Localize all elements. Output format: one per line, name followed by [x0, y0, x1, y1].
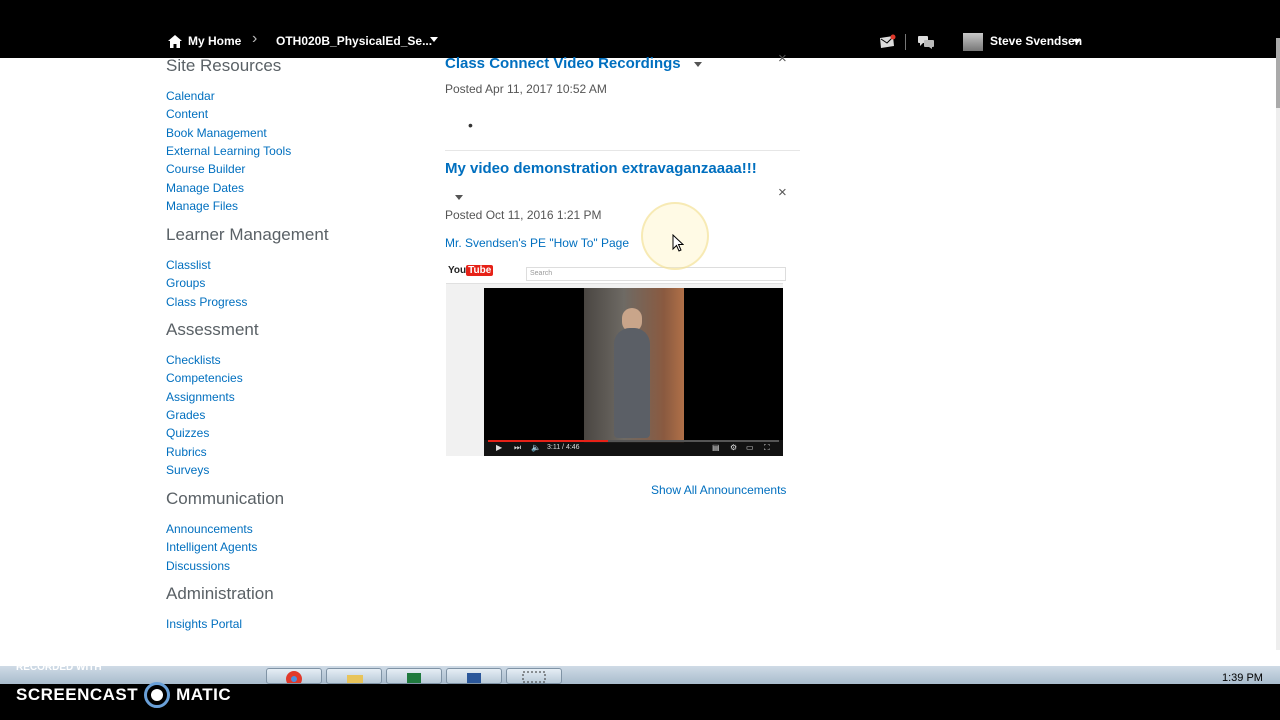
folder-icon [347, 675, 363, 683]
theater-icon[interactable]: ▭ [746, 443, 754, 452]
nav-link-quizzes[interactable]: Quizzes [166, 426, 209, 440]
nav-link-intelligent-agents[interactable]: Intelligent Agents [166, 540, 257, 554]
nav-section-heading: Administration [166, 584, 274, 603]
taskbar-word[interactable] [446, 668, 502, 684]
divider [445, 150, 800, 151]
nav-link-assignments[interactable]: Assignments [166, 390, 235, 404]
word-icon [467, 673, 481, 683]
nav-link-grades[interactable]: Grades [166, 408, 205, 422]
list-bullet: • [468, 117, 473, 133]
nav-link-external-learning-tools[interactable]: External Learning Tools [166, 144, 291, 158]
posted-date: Posted Oct 11, 2016 1:21 PM [445, 208, 602, 222]
message-alerts-icon[interactable] [878, 34, 896, 50]
nav-link-course-builder[interactable]: Course Builder [166, 162, 245, 176]
nav-link-content[interactable]: Content [166, 107, 208, 121]
breadcrumb-chevron-icon: › [252, 30, 258, 47]
avatar[interactable] [963, 33, 983, 51]
nav-link-discussions[interactable]: Discussions [166, 559, 230, 573]
screencast-o-matic-logo: SCREENCAST MATIC [16, 682, 231, 708]
close-icon[interactable]: × [778, 184, 787, 201]
announcement-title[interactable]: My video demonstration extravaganzaaaa!!… [445, 160, 757, 177]
nav-link-class-progress[interactable]: Class Progress [166, 295, 247, 309]
nav-link-classlist[interactable]: Classlist [166, 258, 211, 272]
chrome-icon [286, 671, 302, 687]
how-to-page-link[interactable]: Mr. Svendsen's PE "How To" Page [445, 236, 629, 250]
nav-link-announcements[interactable]: Announcements [166, 522, 253, 536]
nav-link-competencies[interactable]: Competencies [166, 371, 243, 385]
video-progress-bar[interactable] [488, 440, 779, 442]
taskbar-chrome[interactable] [266, 668, 322, 687]
nav-section-heading: Site Resources [166, 56, 282, 75]
top-navbar: My Home › OTH020B_PhysicalEd_Se... Steve… [0, 0, 1280, 58]
video-time: 3:11 / 4:46 [547, 444, 580, 451]
posted-date: Posted Apr 11, 2017 10:52 AM [445, 82, 607, 96]
youtube-header: You Tube Search [446, 263, 786, 284]
course-selector[interactable]: OTH020B_PhysicalEd_Se... [276, 34, 432, 48]
nav-section-heading: Communication [166, 489, 285, 508]
divider [905, 34, 906, 50]
snipping-tool-icon [522, 671, 546, 683]
nav-link-insights-portal[interactable]: Insights Portal [166, 617, 242, 631]
chevron-down-icon[interactable] [1073, 39, 1081, 44]
recorded-with-label: RECORDED WITH [16, 662, 102, 673]
chevron-down-icon[interactable] [455, 195, 463, 200]
taskbar-snipping[interactable] [506, 668, 562, 684]
record-icon [144, 682, 171, 708]
show-all-announcements-link[interactable]: Show All Announcements [651, 483, 786, 497]
video-player[interactable]: ▶ ⏭ 🔈 3:11 / 4:46 ▤ ⚙ ▭ ⛶ [484, 288, 783, 456]
user-name[interactable]: Steve Svendsen [990, 34, 1082, 48]
page-scrollbar[interactable] [1276, 38, 1280, 650]
home-icon [168, 34, 182, 48]
youtube-search-input[interactable]: Search [526, 267, 786, 281]
settings-icon[interactable]: ⚙ [730, 443, 737, 452]
chevron-down-icon[interactable] [430, 37, 438, 42]
taskbar-explorer[interactable] [326, 668, 382, 684]
nav-section-heading: Learner Management [166, 225, 329, 244]
nav-section-heading: Assessment [166, 320, 259, 339]
scrollbar-thumb[interactable] [1276, 38, 1280, 108]
captions-icon[interactable]: ▤ [712, 443, 720, 452]
announcement-title[interactable]: Class Connect Video Recordings [445, 55, 681, 72]
nav-link-book-management[interactable]: Book Management [166, 126, 267, 140]
nav-link-calendar[interactable]: Calendar [166, 89, 215, 103]
fullscreen-icon[interactable]: ⛶ [764, 443, 770, 453]
my-home-link[interactable]: My Home [168, 34, 241, 48]
taskbar-clock[interactable]: 1:39 PM [1222, 672, 1263, 684]
my-home-label: My Home [188, 34, 242, 48]
nav-link-surveys[interactable]: Surveys [166, 463, 209, 477]
close-icon[interactable]: × [778, 50, 787, 67]
play-icon[interactable]: ▶ [496, 443, 502, 452]
mouse-cursor-icon [672, 234, 684, 252]
youtube-embed[interactable]: You Tube Search ▶ ⏭ 🔈 3:11 / 4:46 ▤ ⚙ ▭ ⛶ [446, 263, 786, 456]
nav-link-checklists[interactable]: Checklists [166, 353, 221, 367]
nav-link-groups[interactable]: Groups [166, 276, 205, 290]
nav-link-rubrics[interactable]: Rubrics [166, 445, 207, 459]
taskbar-excel[interactable] [386, 668, 442, 684]
next-icon[interactable]: ⏭ [514, 443, 521, 453]
excel-icon [407, 673, 421, 683]
video-controls: ▶ ⏭ 🔈 3:11 / 4:46 ▤ ⚙ ▭ ⛶ [484, 440, 783, 456]
youtube-logo[interactable]: You Tube [448, 265, 494, 276]
nav-link-manage-files[interactable]: Manage Files [166, 199, 238, 213]
nav-link-manage-dates[interactable]: Manage Dates [166, 181, 244, 195]
volume-icon[interactable]: 🔈 [531, 443, 541, 452]
video-person [614, 328, 650, 438]
chevron-down-icon[interactable] [694, 62, 702, 67]
subscription-alerts-icon[interactable] [917, 34, 935, 50]
